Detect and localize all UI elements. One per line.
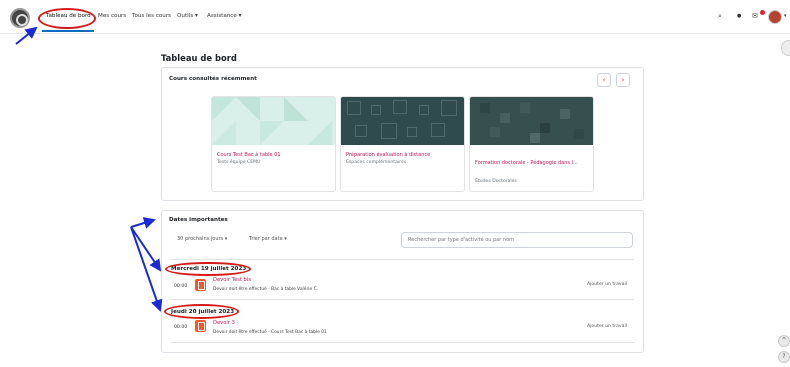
arrow-to-date-2 (130, 226, 163, 312)
arrow-to-nav (15, 26, 38, 45)
back-to-top-button[interactable]: ^ (778, 335, 790, 347)
arrow-to-timeline-title (130, 217, 156, 229)
help-button[interactable]: ? (778, 351, 790, 363)
annotation-arrows (15, 26, 163, 312)
arrow-to-date-1 (130, 226, 162, 272)
